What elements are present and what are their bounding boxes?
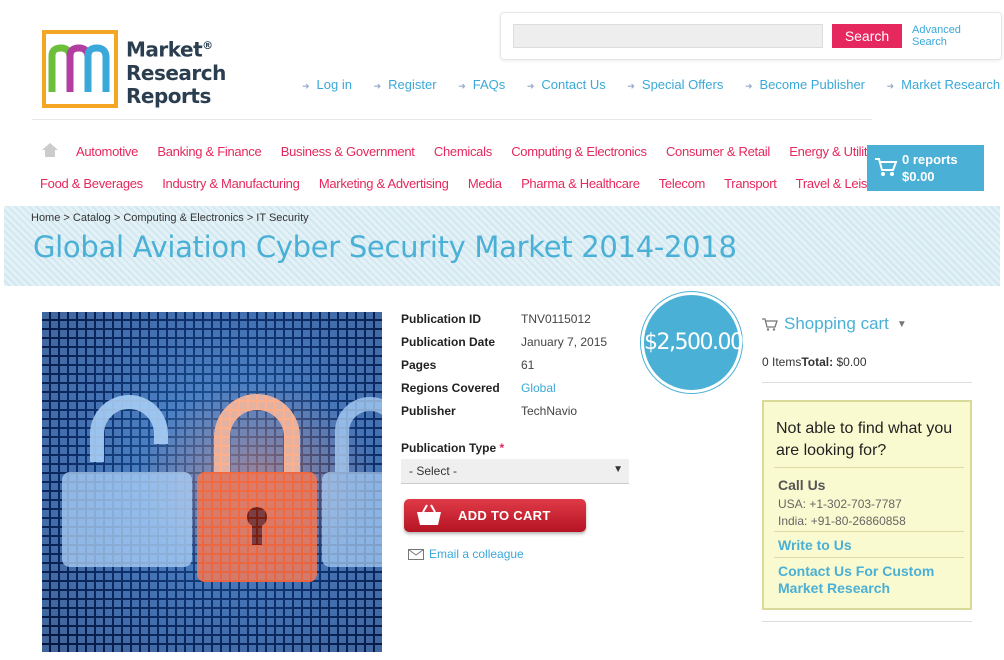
category-pharma-healthcare[interactable]: Pharma & Healthcare (521, 176, 640, 191)
nav-become-publisher[interactable]: ➜ Become Publisher (745, 77, 865, 92)
search-panel: Search Advanced Search (500, 12, 1002, 60)
divider (774, 531, 964, 532)
category-automotive[interactable]: Automotive (76, 144, 138, 159)
detail-row: Publication Date January 7, 2015 (401, 335, 608, 349)
envelope-icon (408, 549, 424, 561)
chevron-down-icon: ▼ (896, 319, 907, 331)
arrow-icon: ➜ (526, 81, 535, 91)
custom-research-link[interactable]: Contact Us For Custom Market Research (778, 563, 968, 597)
padlock-graphic (42, 312, 382, 652)
price-badge: $2,500.00 (641, 292, 744, 393)
basket-icon (417, 504, 441, 525)
divider (774, 467, 964, 468)
arrow-icon: ➜ (373, 81, 382, 91)
category-marketing-advertising[interactable]: Marketing & Advertising (319, 176, 449, 191)
detail-row: Pages 61 (401, 358, 535, 372)
header-cart-button[interactable]: 0 reports $0.00 (867, 145, 984, 191)
nav-blog[interactable]: ➜Market Research Blog (887, 77, 1004, 92)
category-industry-manufacturing[interactable]: Industry & Manufacturing (162, 176, 300, 191)
page-title: Global Aviation Cyber Security Market 20… (33, 230, 737, 264)
nav-login[interactable]: ➜ Log in (302, 77, 352, 92)
category-media[interactable]: Media (468, 176, 502, 191)
publication-type-label: Publication Type * (401, 441, 505, 455)
shopping-cart-toggle[interactable]: Shopping cart ▼ (762, 314, 907, 334)
category-nav-row2: Food & Beverages Industry & Manufacturin… (40, 176, 901, 191)
region-link[interactable]: Global (521, 381, 556, 404)
cart-report-count: 0 reports (902, 152, 958, 167)
arrow-icon: ➜ (458, 81, 466, 91)
phone-india: India: +91-80-26860858 (778, 514, 906, 528)
write-to-us-link[interactable]: Write to Us (778, 537, 852, 553)
site-logo[interactable]: Market® Research Reports (42, 30, 226, 110)
product-image (42, 312, 382, 652)
search-button[interactable]: Search (832, 24, 902, 48)
help-box: Not able to find what you are looking fo… (762, 400, 972, 610)
home-icon[interactable] (41, 142, 59, 158)
category-transport[interactable]: Transport (724, 176, 777, 191)
category-banking-finance[interactable]: Banking & Finance (157, 144, 261, 159)
search-input[interactable] (513, 24, 823, 48)
advanced-search-link[interactable]: Advanced Search (912, 24, 961, 48)
category-business-government[interactable]: Business & Government (281, 144, 415, 159)
arrow-icon: ➜ (744, 81, 753, 91)
category-chemicals[interactable]: Chemicals (434, 144, 492, 159)
category-telecom[interactable]: Telecom (659, 176, 706, 191)
breadcrumb[interactable]: Home > Catalog > Computing & Electronics… (31, 212, 309, 224)
top-nav: ➜ Log in ➜ Register ➜ FAQs ➜ Contact Us ➜ Spe… (302, 77, 1004, 92)
logo-m-icon (48, 44, 110, 92)
nav-contact-us[interactable]: ➜ Contact Us (527, 77, 606, 92)
divider (762, 621, 972, 622)
logo-text: Market® Research Reports (126, 37, 226, 108)
category-computing-electronics[interactable]: Computing & Electronics (511, 144, 647, 159)
product-details: Publication ID TNV0115012 Publication Dat… (401, 312, 607, 427)
arrow-icon: ➜ (302, 81, 310, 91)
nav-special-offers[interactable]: ➜ Special Offers (627, 77, 723, 92)
divider (32, 119, 872, 120)
email-colleague-link[interactable]: Email a colleague (408, 547, 524, 561)
category-food-beverages[interactable]: Food & Beverages (40, 176, 143, 191)
category-consumer-retail[interactable]: Consumer & Retail (666, 144, 770, 159)
title-banner: Home > Catalog > Computing & Electronics… (4, 206, 1000, 286)
category-nav-row1: Automotive Banking & Finance Business & … (76, 144, 899, 159)
cart-total: $0.00 (902, 169, 935, 184)
divider (762, 382, 972, 383)
cart-icon (762, 318, 778, 331)
nav-faqs[interactable]: ➜ FAQs (458, 77, 505, 92)
help-question: Not able to find what you are looking fo… (776, 420, 953, 459)
call-us-title: Call Us (778, 477, 826, 493)
dropdown-caret-icon: ▼ (613, 464, 623, 475)
arrow-icon: ➜ (886, 81, 895, 91)
publication-type-select[interactable]: - Select - ▼ (401, 459, 629, 484)
detail-row: Publication ID TNV0115012 (401, 312, 591, 326)
phone-usa: USA: +1-302-703-7787 (778, 497, 902, 511)
arrow-icon: ➜ (627, 81, 635, 91)
cart-icon (875, 158, 898, 176)
detail-row: Publisher TechNavio (401, 404, 578, 418)
add-to-cart-button[interactable]: ADD TO CART (404, 499, 586, 532)
detail-row: Regions Covered Global (401, 381, 607, 404)
nav-register[interactable]: ➜ Register (374, 77, 437, 92)
shopping-cart-summary: 0 ItemsTotal: $0.00 (762, 355, 867, 369)
logo-mark (42, 30, 118, 108)
divider (774, 557, 964, 558)
